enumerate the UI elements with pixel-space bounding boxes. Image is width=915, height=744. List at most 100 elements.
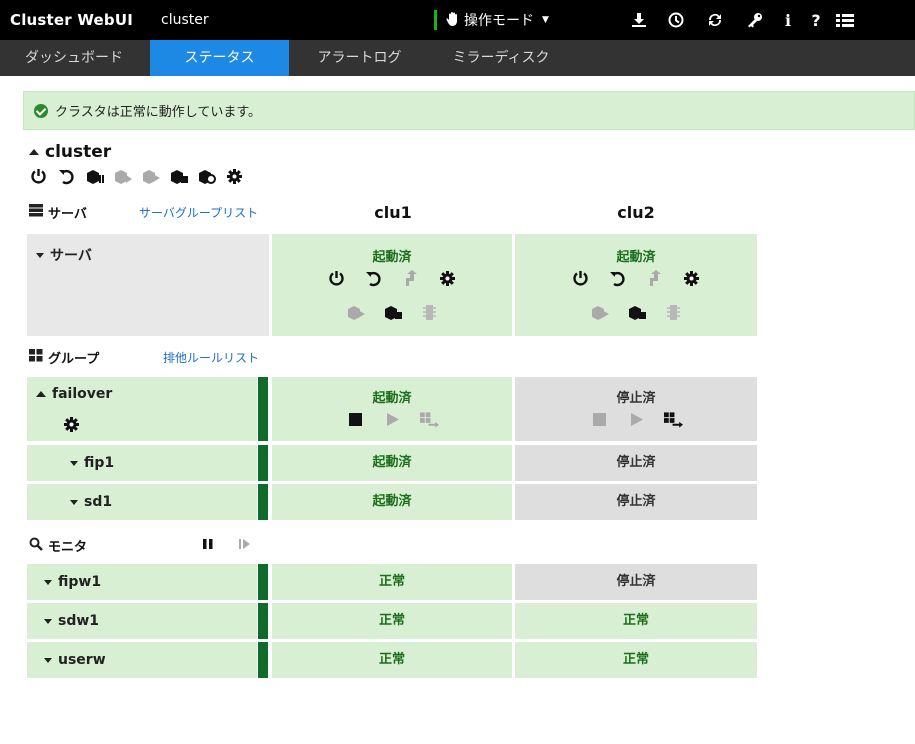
group-name-failover: failover bbox=[52, 386, 113, 402]
monitor-row-fipw1: fipw1 bbox=[27, 564, 257, 600]
server-icon bbox=[29, 204, 43, 221]
column-header-clu2: clu2 bbox=[617, 203, 655, 222]
start-cluster-icon bbox=[590, 303, 609, 322]
check-circle-icon bbox=[34, 103, 48, 118]
tab-alert-log[interactable]: アラートログ bbox=[295, 40, 424, 76]
monitor-status-fipw1-clu2: 停止済 bbox=[515, 564, 757, 600]
restart-icon[interactable] bbox=[608, 269, 627, 288]
monitors-section-header: モニタ bbox=[29, 536, 87, 555]
gear-icon[interactable] bbox=[225, 167, 244, 186]
expand-icon bbox=[44, 618, 52, 624]
start-cluster-icon bbox=[346, 303, 365, 322]
monitors-section-title: モニタ bbox=[48, 540, 88, 555]
cluster-restart-icon[interactable] bbox=[197, 167, 216, 186]
group-status-text: 起動済 bbox=[372, 391, 412, 406]
monitor-row-sdw1: sdw1 bbox=[27, 603, 257, 639]
monitor-name-fipw1: fipw1 bbox=[58, 574, 102, 590]
server-actions-clu2 bbox=[515, 269, 757, 288]
expand-icon bbox=[70, 460, 78, 466]
status-bar bbox=[258, 377, 268, 441]
stop-icon bbox=[590, 410, 609, 429]
move-group-icon[interactable] bbox=[663, 410, 683, 429]
tab-status[interactable]: ステータス bbox=[150, 40, 289, 76]
help-icon[interactable]: ? bbox=[804, 8, 828, 32]
operation-mode-dropdown[interactable]: 操作モード ▼ bbox=[446, 9, 549, 31]
server-status-text-clu1: 起動済 bbox=[372, 250, 412, 265]
pause-icon[interactable] bbox=[198, 534, 217, 553]
monitor-status-sdw1-clu1: 正常 bbox=[272, 603, 512, 639]
refresh-icon[interactable] bbox=[703, 8, 727, 32]
download-icon[interactable] bbox=[627, 8, 651, 32]
power-icon[interactable] bbox=[327, 269, 346, 288]
stop-icon[interactable] bbox=[346, 410, 365, 429]
stop-cluster-icon[interactable] bbox=[169, 167, 188, 186]
monitor-row-userw: userw bbox=[27, 642, 257, 678]
status-bar bbox=[258, 564, 268, 600]
caret-down-icon: ▼ bbox=[542, 15, 549, 25]
restart-icon[interactable] bbox=[57, 167, 76, 186]
move-group-icon bbox=[419, 410, 439, 429]
tab-mirror-disk[interactable]: ミラーディスク bbox=[431, 40, 571, 76]
resource-status-sd1-clu2: 停止済 bbox=[515, 484, 757, 520]
cluster-name: cluster bbox=[161, 12, 209, 28]
status-bar bbox=[258, 603, 268, 639]
group-toggle-failover[interactable]: failover bbox=[36, 386, 112, 402]
exclusive-rule-list-link[interactable]: 排他ルールリスト bbox=[163, 349, 259, 366]
clock-icon[interactable] bbox=[664, 8, 688, 32]
status-bar bbox=[258, 484, 268, 520]
resource-toggle-sd1[interactable]: sd1 bbox=[70, 494, 112, 510]
server-actions-clu1 bbox=[272, 269, 512, 288]
mirror-agent-icon bbox=[420, 303, 439, 322]
tab-dashboard[interactable]: ダッシュボード bbox=[0, 40, 148, 76]
monitor-toggle-fipw1[interactable]: fipw1 bbox=[44, 574, 101, 590]
mirror-agent-icon bbox=[664, 303, 683, 322]
resume-cluster-icon bbox=[113, 167, 132, 186]
server-row-toggle[interactable]: サーバ bbox=[36, 245, 92, 265]
recover-arrow-icon bbox=[401, 269, 420, 288]
resource-status-fip1-clu1: 起動済 bbox=[272, 445, 512, 481]
start-cluster-icon bbox=[141, 167, 160, 186]
monitor-toggle-sdw1[interactable]: sdw1 bbox=[44, 613, 99, 629]
mode-indicator bbox=[434, 10, 437, 30]
groups-section-title: グループ bbox=[48, 352, 100, 367]
server-row-name-cell: サーバ bbox=[27, 234, 269, 336]
server-group-list-link[interactable]: サーバグループリスト bbox=[139, 204, 258, 221]
restart-icon[interactable] bbox=[364, 269, 383, 288]
stop-cluster-icon[interactable] bbox=[383, 303, 402, 322]
power-icon[interactable] bbox=[571, 269, 590, 288]
resource-status-fip1-clu2: 停止済 bbox=[515, 445, 757, 481]
monitor-status-userw-clu2: 正常 bbox=[515, 642, 757, 678]
gear-icon[interactable] bbox=[682, 269, 701, 288]
group-actions-clu1 bbox=[272, 410, 512, 429]
server-status-clu2: 起動済 bbox=[515, 234, 757, 336]
top-bar: Cluster WebUI cluster 操作モード ▼ i ? bbox=[0, 0, 915, 40]
resource-row-sd1: sd1 bbox=[27, 484, 257, 520]
expand-icon bbox=[44, 657, 52, 663]
status-banner: クラスタは正常に動作しています。 bbox=[23, 91, 915, 130]
menu-list-icon[interactable] bbox=[833, 8, 857, 32]
cluster-title: cluster bbox=[45, 142, 112, 162]
server-status-clu1: 起動済 bbox=[272, 234, 512, 336]
resource-toggle-fip1[interactable]: fip1 bbox=[70, 455, 114, 471]
resume-monitor-icon bbox=[234, 534, 253, 553]
cluster-header[interactable]: cluster bbox=[29, 142, 111, 162]
play-icon bbox=[627, 410, 646, 429]
groups-section-header: グループ bbox=[29, 348, 99, 367]
power-icon[interactable] bbox=[29, 167, 48, 186]
gear-icon[interactable] bbox=[62, 415, 81, 434]
expand-icon bbox=[36, 252, 44, 258]
monitor-toggle-userw[interactable]: userw bbox=[44, 652, 106, 668]
status-banner-text: クラスタは正常に動作しています。 bbox=[55, 105, 262, 120]
stop-cluster-icon[interactable] bbox=[627, 303, 646, 322]
gear-icon[interactable] bbox=[438, 269, 457, 288]
column-header-clu1: clu1 bbox=[374, 203, 412, 222]
key-icon[interactable] bbox=[743, 8, 767, 32]
info-icon[interactable]: i bbox=[776, 8, 800, 32]
server-mirror-actions-clu2 bbox=[515, 303, 757, 322]
server-status-text-clu2: 起動済 bbox=[616, 250, 656, 265]
monitor-status-userw-clu1: 正常 bbox=[272, 642, 512, 678]
group-actions-clu2 bbox=[515, 410, 757, 429]
monitor-status-fipw1-clu1: 正常 bbox=[272, 564, 512, 600]
suspend-cluster-icon[interactable] bbox=[85, 167, 104, 186]
resource-status-sd1-clu1: 起動済 bbox=[272, 484, 512, 520]
